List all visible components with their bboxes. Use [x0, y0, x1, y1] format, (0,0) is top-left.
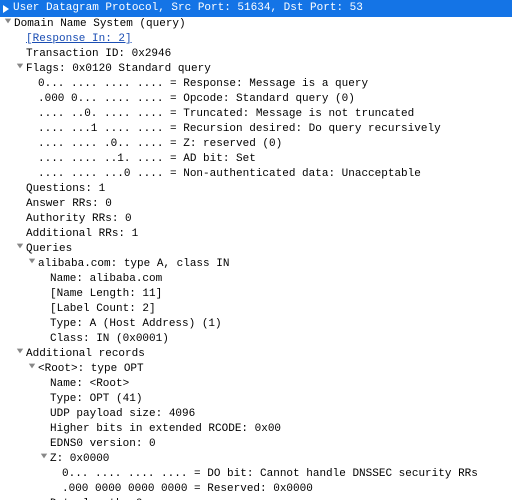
flag-z: .... .... .0.. .... = Z: reserved (0): [38, 137, 512, 152]
flag-nonauth: .... .... ...0 .... = Non-authenticated …: [38, 167, 512, 182]
flag-opcode: .000 0... .... .... = Opcode: Standard q…: [38, 92, 512, 107]
flag-ad-row[interactable]: ·.... .... ..1. .... = AD bit: Set: [0, 152, 512, 167]
flag-truncated: .... ..0. .... .... = Truncated: Message…: [38, 107, 512, 122]
answer-rrs: Answer RRs: 0: [26, 197, 512, 212]
questions: Questions: 1: [26, 182, 512, 197]
triangle-down-icon[interactable]: [26, 362, 38, 377]
flag-z-row[interactable]: ·.... .... .0.. .... = Z: reserved (0): [0, 137, 512, 152]
addl-edns0-row[interactable]: ·EDNS0 version: 0: [0, 437, 512, 452]
additional-records-title: Additional records: [26, 347, 512, 362]
queries-title: Queries: [26, 242, 512, 257]
triangle-down-icon[interactable]: [14, 242, 26, 257]
triangle-down-icon[interactable]: [38, 452, 50, 467]
addl-z-do-row[interactable]: ·0... .... .... .... = DO bit: Cannot ha…: [0, 467, 512, 482]
additional-rrs: Additional RRs: 1: [26, 227, 512, 242]
addl-z-summary: Z: 0x0000: [50, 452, 512, 467]
query-item-row[interactable]: alibaba.com: type A, class IN: [0, 257, 512, 272]
triangle-down-icon[interactable]: [2, 17, 14, 32]
query-label-count: [Label Count: 2]: [50, 302, 512, 317]
addl-item-row[interactable]: <Root>: type OPT: [0, 362, 512, 377]
query-type: Type: A (Host Address) (1): [50, 317, 512, 332]
addl-summary: <Root>: type OPT: [38, 362, 512, 377]
query-type-row[interactable]: ·Type: A (Host Address) (1): [0, 317, 512, 332]
addl-name: Name: <Root>: [50, 377, 512, 392]
addl-udp-row[interactable]: ·UDP payload size: 4096: [0, 407, 512, 422]
transaction-id: Transaction ID: 0x2946: [26, 47, 512, 62]
flags-summary: Flags: 0x0120 Standard query: [26, 62, 512, 77]
addl-udp: UDP payload size: 4096: [50, 407, 512, 422]
addl-type-row[interactable]: ·Type: OPT (41): [0, 392, 512, 407]
query-class-row[interactable]: ·Class: IN (0x0001): [0, 332, 512, 347]
triangle-down-icon[interactable]: [14, 347, 26, 362]
response-in-link[interactable]: [Response In: 2]: [26, 32, 512, 47]
flags-row[interactable]: Flags: 0x0120 Standard query: [0, 62, 512, 77]
addl-z-reserved: .000 0000 0000 0000 = Reserved: 0x0000: [62, 482, 512, 497]
packet-tree: Domain Name System (query) · [Response I…: [0, 17, 512, 500]
flag-nonauth-row[interactable]: ·.... .... ...0 .... = Non-authenticated…: [0, 167, 512, 182]
query-name-length: [Name Length: 11]: [50, 287, 512, 302]
triangle-right-icon: [3, 5, 9, 13]
addl-rcode-row[interactable]: ·Higher bits in extended RCODE: 0x00: [0, 422, 512, 437]
addl-z-row[interactable]: Z: 0x0000: [0, 452, 512, 467]
response-in-row[interactable]: · [Response In: 2]: [0, 32, 512, 47]
query-summary: alibaba.com: type A, class IN: [38, 257, 512, 272]
flag-response-row[interactable]: ·0... .... .... .... = Response: Message…: [0, 77, 512, 92]
queries-row[interactable]: Queries: [0, 242, 512, 257]
answer-rrs-row[interactable]: ·Answer RRs: 0: [0, 197, 512, 212]
additional-rrs-row[interactable]: ·Additional RRs: 1: [0, 227, 512, 242]
udp-header-row[interactable]: User Datagram Protocol, Src Port: 51634,…: [0, 0, 512, 17]
udp-header-text: User Datagram Protocol, Src Port: 51634,…: [13, 1, 363, 16]
flag-ad: .... .... ..1. .... = AD bit: Set: [38, 152, 512, 167]
flag-opcode-row[interactable]: ·.000 0... .... .... = Opcode: Standard …: [0, 92, 512, 107]
flag-truncated-row[interactable]: ·.... ..0. .... .... = Truncated: Messag…: [0, 107, 512, 122]
triangle-down-icon[interactable]: [14, 62, 26, 77]
dns-root[interactable]: Domain Name System (query): [0, 17, 512, 32]
flag-recursion-row[interactable]: ·.... ...1 .... .... = Recursion desired…: [0, 122, 512, 137]
transaction-id-row[interactable]: · Transaction ID: 0x2946: [0, 47, 512, 62]
flag-recursion: .... ...1 .... .... = Recursion desired:…: [38, 122, 512, 137]
questions-row[interactable]: ·Questions: 1: [0, 182, 512, 197]
flag-response: 0... .... .... .... = Response: Message …: [38, 77, 512, 92]
dns-title: Domain Name System (query): [14, 17, 512, 32]
query-label-count-row[interactable]: ·[Label Count: 2]: [0, 302, 512, 317]
addl-edns0: EDNS0 version: 0: [50, 437, 512, 452]
addl-name-row[interactable]: ·Name: <Root>: [0, 377, 512, 392]
additional-records-row[interactable]: Additional records: [0, 347, 512, 362]
query-class: Class: IN (0x0001): [50, 332, 512, 347]
addl-type: Type: OPT (41): [50, 392, 512, 407]
addl-z-reserved-row[interactable]: ·.000 0000 0000 0000 = Reserved: 0x0000: [0, 482, 512, 497]
query-name-length-row[interactable]: ·[Name Length: 11]: [0, 287, 512, 302]
query-name: Name: alibaba.com: [50, 272, 512, 287]
authority-rrs-row[interactable]: ·Authority RRs: 0: [0, 212, 512, 227]
addl-z-do: 0... .... .... .... = DO bit: Cannot han…: [62, 467, 512, 482]
triangle-down-icon[interactable]: [26, 257, 38, 272]
query-name-row[interactable]: ·Name: alibaba.com: [0, 272, 512, 287]
authority-rrs: Authority RRs: 0: [26, 212, 512, 227]
addl-rcode: Higher bits in extended RCODE: 0x00: [50, 422, 512, 437]
